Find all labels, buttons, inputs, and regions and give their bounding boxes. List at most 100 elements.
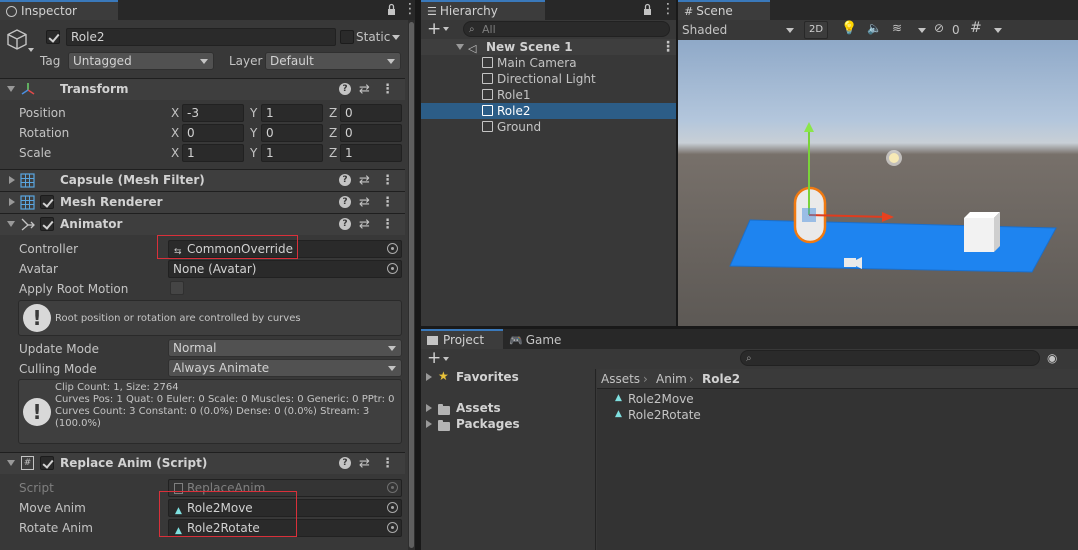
context-menu-icon[interactable]: ⋮ xyxy=(381,456,394,471)
axis-y-label[interactable]: Y xyxy=(250,105,257,121)
scene-menu-icon[interactable]: ⋮ xyxy=(661,39,675,55)
preset-icon[interactable]: ⇄ xyxy=(359,217,370,232)
inspector-scrollbar-thumb[interactable] xyxy=(409,22,414,548)
lock-icon[interactable] xyxy=(387,3,396,16)
animator-enabled-checkbox[interactable] xyxy=(40,217,54,231)
hierarchy-item-directional-light[interactable]: Directional Light xyxy=(421,71,676,87)
project-search-input[interactable]: ⌕ xyxy=(740,350,1040,366)
search-by-type-icon[interactable]: ◉ xyxy=(1047,351,1057,365)
position-x-field[interactable]: -3 xyxy=(182,104,244,122)
axis-z-label[interactable]: Z xyxy=(329,145,337,161)
grid-snap-icon[interactable]: # xyxy=(970,20,982,36)
help-icon[interactable]: ? xyxy=(339,196,351,208)
effects-toggle-icon[interactable]: ≋ xyxy=(892,21,902,35)
shading-mode-dropdown[interactable]: Shaded xyxy=(682,22,727,38)
inspector-scrollbar[interactable] xyxy=(408,20,415,550)
axis-y-label[interactable]: Y xyxy=(250,125,257,141)
preset-icon[interactable]: ⇄ xyxy=(359,456,370,471)
hierarchy-item-main-camera[interactable]: Main Camera xyxy=(421,55,676,71)
static-dropdown-arrow[interactable] xyxy=(392,35,400,40)
axis-z-label[interactable]: Z xyxy=(329,105,337,121)
audio-toggle-icon[interactable]: 🔈 xyxy=(867,21,882,35)
axis-x-label[interactable]: X xyxy=(171,145,179,161)
update-mode-dropdown[interactable]: Normal xyxy=(168,339,402,357)
position-y-field[interactable]: 1 xyxy=(261,104,323,122)
scale-z-field[interactable]: 1 xyxy=(340,144,402,162)
object-name-field[interactable]: Role2 xyxy=(66,28,336,46)
more-options-icon[interactable]: ⋮ xyxy=(661,2,675,16)
list-item[interactable]: ▲ Role2Move xyxy=(615,391,815,407)
avatar-field[interactable]: None (Avatar) xyxy=(168,260,402,278)
scale-y-field[interactable]: 1 xyxy=(261,144,323,162)
foldout-arrow-icon[interactable] xyxy=(7,221,15,227)
foldout-arrow-icon[interactable] xyxy=(9,176,15,184)
shading-dropdown-arrow[interactable] xyxy=(786,28,794,33)
packages-folder-label[interactable]: Packages xyxy=(456,416,520,432)
replace-anim-header[interactable]: # Replace Anim (Script) ? ⇄ ⋮ xyxy=(0,452,405,474)
foldout-arrow-icon[interactable] xyxy=(7,86,15,92)
list-item[interactable]: ▲ Role2Rotate xyxy=(615,407,815,423)
context-menu-icon[interactable]: ⋮ xyxy=(381,217,394,232)
create-dropdown-arrow[interactable] xyxy=(443,357,449,361)
layer-dropdown[interactable]: Default xyxy=(265,52,401,70)
scene-visibility-icon[interactable]: ⊘ xyxy=(934,21,944,35)
preset-icon[interactable]: ⇄ xyxy=(359,82,370,97)
mesh-filter-header[interactable]: Capsule (Mesh Filter) ? ⇄ ⋮ xyxy=(0,169,405,191)
object-picker-icon[interactable] xyxy=(387,502,398,513)
axis-x-label[interactable]: X xyxy=(171,125,179,141)
rotation-y-field[interactable]: 0 xyxy=(261,124,323,142)
object-picker-icon[interactable] xyxy=(387,243,398,254)
transform-header[interactable]: Transform ? ⇄ ⋮ xyxy=(0,78,405,100)
tab-project[interactable]: Project xyxy=(421,329,503,349)
context-menu-icon[interactable]: ⋮ xyxy=(381,195,394,210)
help-icon[interactable]: ? xyxy=(339,218,351,230)
tab-hierarchy[interactable]: ☰ Hierarchy xyxy=(421,0,545,20)
rotation-x-field[interactable]: 0 xyxy=(182,124,244,142)
assets-folder-label[interactable]: Assets xyxy=(456,400,501,416)
breadcrumb-anim[interactable]: Anim xyxy=(656,371,687,387)
chevron-right-icon[interactable] xyxy=(426,420,432,428)
mesh-renderer-enabled-checkbox[interactable] xyxy=(40,195,54,209)
active-checkbox[interactable] xyxy=(46,30,60,44)
apply-root-motion-checkbox[interactable] xyxy=(170,281,184,295)
scale-x-field[interactable]: 1 xyxy=(182,144,244,162)
chevron-right-icon[interactable] xyxy=(426,404,432,412)
preset-icon[interactable]: ⇄ xyxy=(359,195,370,210)
replace-anim-enabled-checkbox[interactable] xyxy=(40,456,54,470)
lighting-toggle-icon[interactable]: 💡 xyxy=(841,21,857,36)
static-checkbox[interactable] xyxy=(340,30,354,44)
help-icon[interactable]: ? xyxy=(339,83,351,95)
hierarchy-item-role1[interactable]: Role1 xyxy=(421,87,676,103)
scene-viewport[interactable] xyxy=(678,40,1078,326)
chevron-right-icon[interactable] xyxy=(426,373,432,381)
axis-y-label[interactable]: Y xyxy=(250,145,257,161)
chevron-down-icon[interactable] xyxy=(456,44,464,50)
tag-dropdown[interactable]: Untagged xyxy=(68,52,214,70)
breadcrumb-assets[interactable]: Assets xyxy=(601,371,640,387)
foldout-arrow-icon[interactable] xyxy=(9,198,15,206)
create-dropdown-arrow[interactable] xyxy=(443,27,449,31)
mesh-renderer-header[interactable]: Mesh Renderer ? ⇄ ⋮ xyxy=(0,191,405,213)
axis-z-label[interactable]: Z xyxy=(329,125,337,141)
foldout-arrow-icon[interactable] xyxy=(7,460,15,466)
animator-header[interactable]: Animator ? ⇄ ⋮ xyxy=(0,213,405,235)
object-picker-icon[interactable] xyxy=(387,522,398,533)
hierarchy-item-ground[interactable]: Ground xyxy=(421,119,676,135)
favorites-label[interactable]: Favorites xyxy=(456,369,519,385)
more-options-icon[interactable]: ⋮ xyxy=(403,2,415,16)
tab-game[interactable]: 🎮 Game xyxy=(503,329,573,349)
axis-x-label[interactable]: X xyxy=(171,105,179,121)
lock-icon[interactable] xyxy=(643,3,652,19)
hierarchy-item-role2[interactable]: Role2 xyxy=(421,103,676,119)
preset-icon[interactable]: ⇄ xyxy=(359,173,370,188)
toggle-2d-button[interactable]: 2D xyxy=(804,21,828,39)
static-label[interactable]: Static xyxy=(356,29,390,45)
position-z-field[interactable]: 0 xyxy=(340,104,402,122)
object-picker-icon[interactable] xyxy=(387,263,398,274)
culling-mode-dropdown[interactable]: Always Animate xyxy=(168,359,402,377)
tab-scene[interactable]: # Scene xyxy=(678,0,770,20)
create-add-icon[interactable]: + xyxy=(427,349,441,367)
help-icon[interactable]: ? xyxy=(339,174,351,186)
create-add-icon[interactable]: + xyxy=(427,20,441,38)
breadcrumb-role2[interactable]: Role2 xyxy=(702,371,740,387)
